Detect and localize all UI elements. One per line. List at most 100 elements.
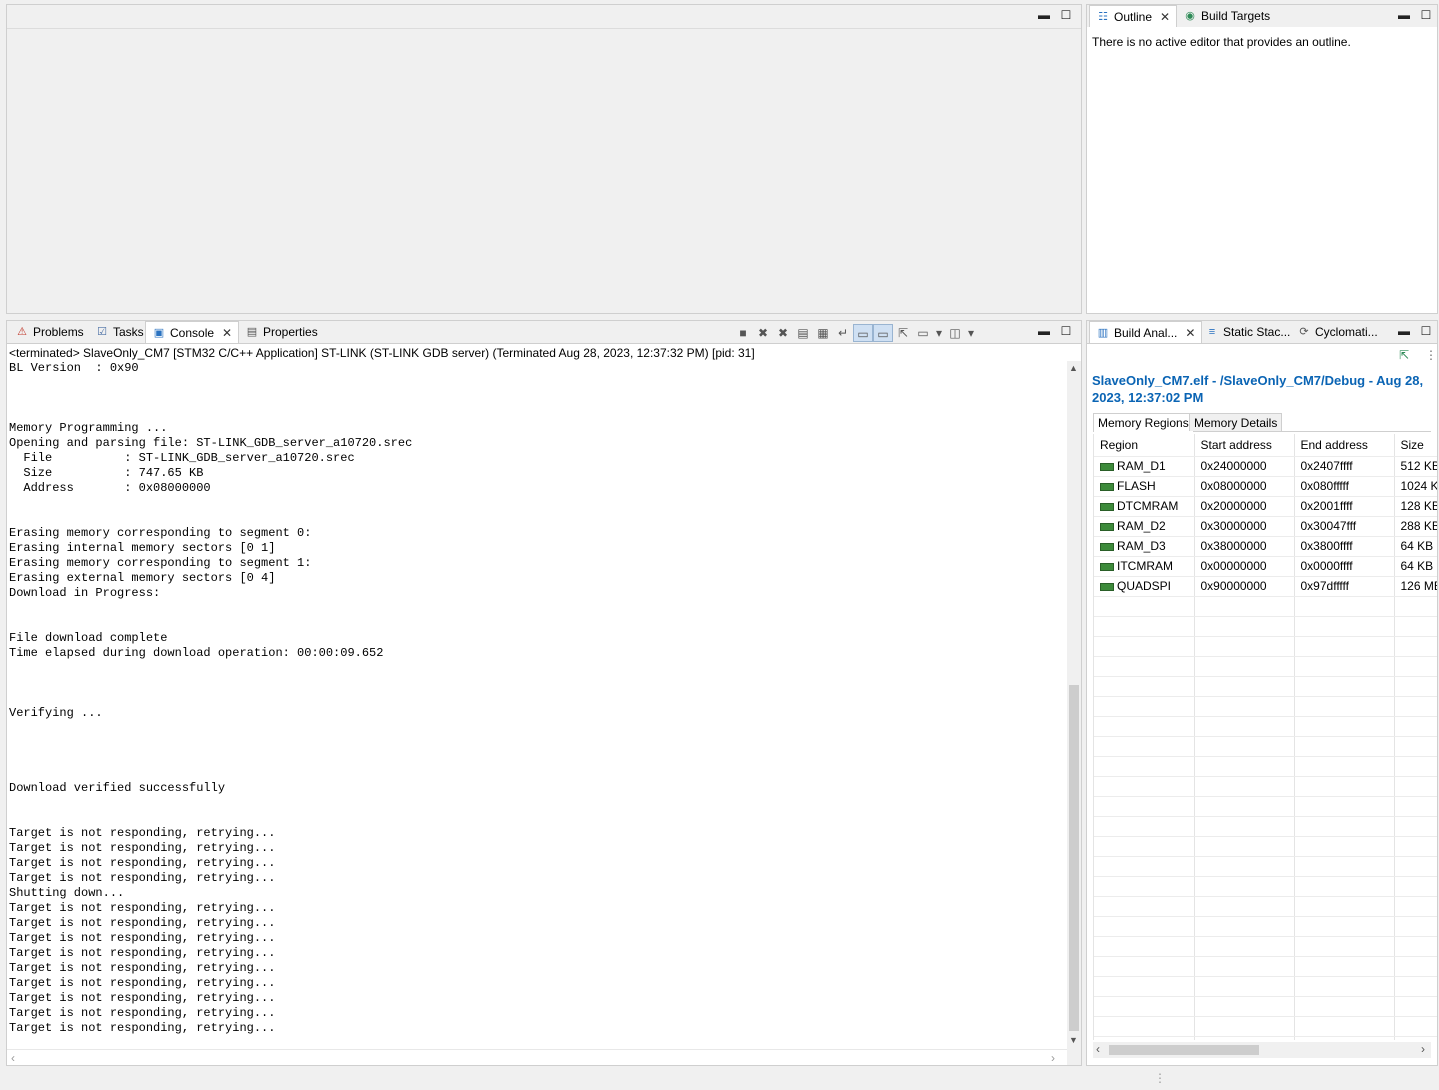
memory-table: Region Start address End address Size RA… bbox=[1094, 434, 1437, 1040]
build-analyzer-content: ⇱ ⋮ SlaveOnly_CM7.elf - /SlaveOnly_CM7/D… bbox=[1087, 343, 1437, 1065]
column-header-end[interactable]: End address bbox=[1294, 434, 1395, 457]
start-address-cell: 0x20000000 bbox=[1194, 496, 1295, 517]
minimize-icon[interactable]: ▬ bbox=[1037, 9, 1051, 23]
show-on-stderr-icon[interactable]: ▭ bbox=[873, 324, 893, 342]
scroll-lock-icon[interactable]: ▦ bbox=[813, 324, 833, 342]
start-address-cell: 0x30000000 bbox=[1194, 516, 1295, 537]
tab-outline[interactable]: ☷ Outline ✕ bbox=[1089, 5, 1178, 28]
empty-table-row bbox=[1094, 856, 1437, 877]
tab-console[interactable]: ▣ Console ✕ bbox=[145, 321, 240, 344]
refresh-icon[interactable]: ⇱ bbox=[1399, 348, 1409, 362]
console-vertical-scrollbar[interactable]: ▲ ▼ bbox=[1067, 361, 1081, 1049]
clear-console-icon[interactable]: ▤ bbox=[793, 324, 813, 342]
table-row[interactable]: FLASH 0x08000000 0x080fffff 1024 K bbox=[1094, 476, 1437, 497]
subtab-memory-details[interactable]: Memory Details bbox=[1189, 413, 1283, 431]
table-row[interactable]: RAM_D2 0x30000000 0x30047fff 288 KB bbox=[1094, 516, 1437, 537]
console-output[interactable]: BL Version : 0x90 Memory Programming ... O… bbox=[7, 361, 1067, 1049]
end-address-cell: 0x0000ffff bbox=[1294, 556, 1395, 577]
scroll-left-icon[interactable]: ‹ bbox=[11, 1051, 15, 1065]
size-cell: 1024 K bbox=[1394, 476, 1437, 497]
empty-table-row bbox=[1094, 696, 1437, 717]
view-menu-icon[interactable]: ⋮ bbox=[1425, 348, 1437, 362]
close-icon[interactable]: ✕ bbox=[222, 322, 232, 344]
end-address-cell: 0x30047fff bbox=[1294, 516, 1395, 537]
subtab-memory-regions[interactable]: Memory Regions bbox=[1093, 413, 1194, 432]
scroll-right-icon[interactable]: › bbox=[1421, 1042, 1425, 1056]
chevron-down-icon[interactable]: ▾ bbox=[933, 324, 945, 342]
minimize-icon[interactable]: ▬ bbox=[1397, 9, 1411, 23]
status-bar-grip-icon[interactable]: ⋮ bbox=[1154, 1071, 1166, 1085]
maximize-icon[interactable]: ☐ bbox=[1419, 9, 1433, 23]
show-on-stdout-icon[interactable]: ▭ bbox=[853, 324, 873, 342]
empty-table-row bbox=[1094, 676, 1437, 697]
memory-chip-icon bbox=[1100, 562, 1114, 571]
close-icon[interactable]: ✕ bbox=[1160, 6, 1170, 28]
close-icon[interactable]: ✕ bbox=[1185, 322, 1195, 344]
column-header-size[interactable]: Size bbox=[1394, 434, 1437, 457]
build-targets-icon: ◉ bbox=[1185, 10, 1195, 22]
tab-cyclomatic[interactable]: ⟳ Cyclomati... bbox=[1291, 321, 1384, 343]
open-console-icon[interactable]: ◫ bbox=[945, 324, 965, 342]
column-header-start[interactable]: Start address bbox=[1194, 434, 1295, 457]
scroll-right-icon[interactable]: › bbox=[1051, 1051, 1055, 1065]
pin-console-icon[interactable]: ⇱ bbox=[893, 324, 913, 342]
scroll-left-icon[interactable]: ‹ bbox=[1096, 1042, 1100, 1056]
empty-table-row bbox=[1094, 776, 1437, 797]
tab-problems[interactable]: ⚠ Problems bbox=[9, 321, 90, 343]
build-title: SlaveOnly_CM7.elf - /SlaveOnly_CM7/Debug… bbox=[1092, 372, 1432, 406]
table-row[interactable]: RAM_D1 0x24000000 0x2407ffff 512 KB bbox=[1094, 456, 1437, 477]
maximize-icon[interactable]: ☐ bbox=[1059, 9, 1073, 23]
scrollbar-thumb[interactable] bbox=[1109, 1045, 1259, 1055]
terminate-icon[interactable]: ■ bbox=[733, 324, 753, 342]
scroll-down-icon[interactable]: ▼ bbox=[1069, 1035, 1078, 1045]
console-line: Erasing external memory sectors [0 4] bbox=[9, 571, 276, 585]
end-address-cell: 0x97dfffff bbox=[1294, 576, 1395, 597]
table-row[interactable]: ITCMRAM 0x00000000 0x0000ffff 64 KB bbox=[1094, 556, 1437, 577]
word-wrap-icon[interactable]: ↵ bbox=[833, 324, 853, 342]
console-icon: ▣ bbox=[153, 327, 165, 339]
maximize-icon[interactable]: ☐ bbox=[1419, 325, 1433, 339]
chevron-down-icon[interactable]: ▾ bbox=[965, 324, 977, 342]
console-line: Target is not responding, retrying... bbox=[9, 841, 276, 855]
remove-all-launches-icon[interactable]: ✖ bbox=[773, 324, 793, 342]
region-name: RAM_D2 bbox=[1117, 519, 1166, 533]
console-line: Erasing memory corresponding to segment … bbox=[9, 526, 312, 540]
size-cell: 512 KB bbox=[1394, 456, 1437, 477]
table-row[interactable]: RAM_D3 0x38000000 0x3800ffff 64 KB bbox=[1094, 536, 1437, 557]
minimize-icon[interactable]: ▬ bbox=[1037, 325, 1051, 339]
region-cell: ITCMRAM bbox=[1094, 556, 1195, 577]
console-horizontal-scrollbar[interactable]: ‹ › bbox=[7, 1049, 1067, 1065]
console-line: Target is not responding, retrying... bbox=[9, 916, 276, 930]
scrollbar-thumb[interactable] bbox=[1069, 685, 1079, 1031]
tab-build-targets[interactable]: ◉ Build Targets bbox=[1177, 5, 1276, 27]
maximize-icon[interactable]: ☐ bbox=[1059, 325, 1073, 339]
table-row[interactable]: QUADSPI 0x900000000x97dfffff126 MB bbox=[1094, 576, 1437, 597]
console-title: <terminated> SlaveOnly_CM7 [STM32 C/C++ … bbox=[9, 346, 755, 360]
column-header-region[interactable]: Region bbox=[1094, 434, 1195, 457]
tab-label: Problems bbox=[33, 325, 84, 339]
region-name: RAM_D1 bbox=[1117, 459, 1166, 473]
tab-build-analyzer[interactable]: ▥ Build Anal... ✕ bbox=[1089, 321, 1203, 344]
start-address-cell: 0x08000000 bbox=[1194, 476, 1295, 497]
table-horizontal-scrollbar[interactable]: ‹ › bbox=[1093, 1042, 1431, 1058]
memory-chip-icon bbox=[1100, 502, 1114, 511]
tab-tasks[interactable]: ☑ Tasks bbox=[89, 321, 150, 343]
table-row[interactable]: DTCMRAM 0x20000000 0x2001ffff 128 KB bbox=[1094, 496, 1437, 517]
remove-launch-icon[interactable]: ✖ bbox=[753, 324, 773, 342]
console-line: Target is not responding, retrying... bbox=[9, 946, 276, 960]
end-address-cell: 0x080fffff bbox=[1294, 476, 1395, 497]
display-console-icon[interactable]: ▭ bbox=[913, 324, 933, 342]
region-cell: DTCMRAM bbox=[1094, 496, 1195, 517]
minimize-icon[interactable]: ▬ bbox=[1397, 325, 1411, 339]
console-line: Erasing memory corresponding to segment … bbox=[9, 556, 312, 570]
scroll-up-icon[interactable]: ▲ bbox=[1069, 363, 1078, 373]
tab-static-stack[interactable]: ≡ Static Stac... bbox=[1199, 321, 1296, 343]
tab-properties[interactable]: ▤ Properties bbox=[239, 321, 324, 343]
console-line: File download complete bbox=[9, 631, 168, 645]
